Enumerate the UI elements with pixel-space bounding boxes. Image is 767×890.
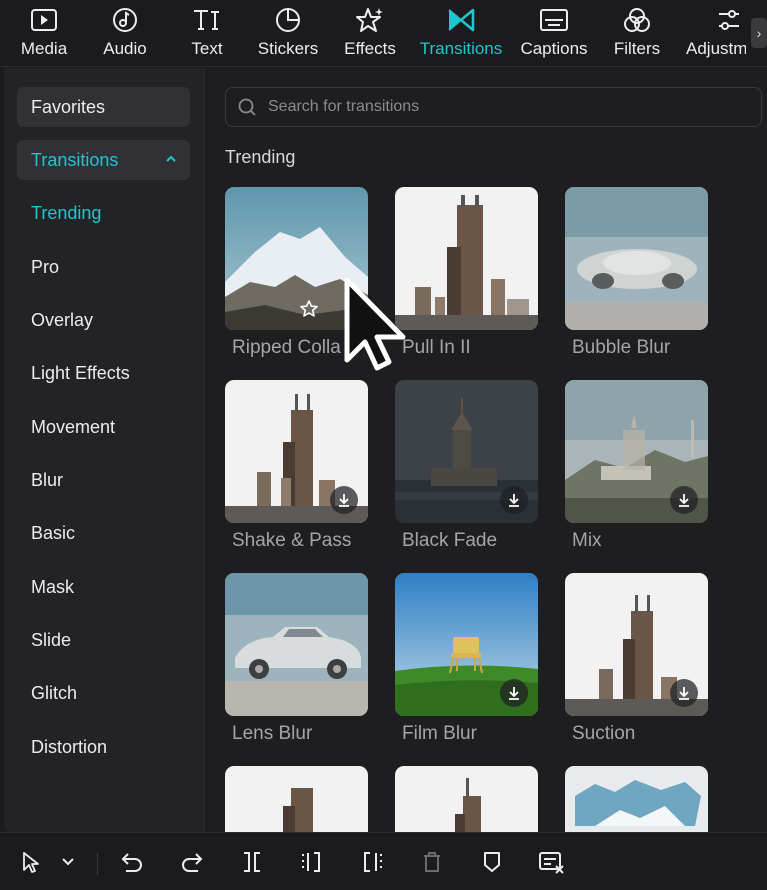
media-icon xyxy=(29,6,59,34)
chevron-up-icon xyxy=(166,152,176,166)
tab-effects[interactable]: Effects xyxy=(330,6,410,62)
thumbnail-blur-car xyxy=(565,187,708,330)
top-toolbar: Media Audio Text Stickers Effects Transi… xyxy=(0,0,767,67)
tab-captions[interactable]: Captions xyxy=(514,6,594,62)
transition-label: Black Fade xyxy=(402,530,498,551)
captions-icon xyxy=(539,6,569,34)
transition-label: Lens Blur xyxy=(232,723,313,744)
tab-label: Effects xyxy=(344,39,396,58)
tab-adjustment[interactable]: Adjustm xyxy=(676,6,746,62)
marker-icon[interactable] xyxy=(477,847,507,877)
sidebar-item-movement[interactable]: Movement xyxy=(31,417,115,438)
transition-label: Suction xyxy=(572,723,636,744)
tab-stickers[interactable]: Stickers xyxy=(248,6,328,62)
thumbnail-ripped xyxy=(565,766,708,832)
sidebar-item-light-effects[interactable]: Light Effects xyxy=(31,363,130,384)
thumbnail-lighthouse xyxy=(395,380,538,523)
transitions-group-toggle[interactable]: Transitions xyxy=(17,140,190,180)
download-icon[interactable] xyxy=(670,679,698,707)
undo-icon[interactable] xyxy=(117,847,147,877)
thumbnail-car xyxy=(225,573,368,716)
adjustment-icon xyxy=(714,6,744,34)
thumbnail-tower xyxy=(395,187,538,330)
delete-icon[interactable] xyxy=(417,847,447,877)
sidebar-item-glitch[interactable]: Glitch xyxy=(31,683,77,704)
sidebar-item-trending[interactable]: Trending xyxy=(31,203,101,224)
thumbnail-tower xyxy=(565,573,708,716)
split-icon[interactable] xyxy=(237,847,267,877)
stickers-icon xyxy=(273,6,303,34)
thumbnail-tower xyxy=(395,766,538,832)
mouse-cursor-icon xyxy=(343,276,415,379)
tab-media[interactable]: Media xyxy=(4,6,84,62)
transition-label: Mix xyxy=(572,530,602,551)
redo-icon[interactable] xyxy=(177,847,207,877)
transition-label: Ripped Colla xyxy=(232,337,341,358)
sidebar-item-overlay[interactable]: Overlay xyxy=(31,310,93,331)
sidebar-item-mask[interactable]: Mask xyxy=(31,577,74,598)
chevron-right-icon: › xyxy=(756,25,762,41)
transitions-panel: Trending Ripped Colla xyxy=(205,68,767,832)
tab-label: Transitions xyxy=(419,39,503,58)
tab-audio[interactable]: Audio xyxy=(85,6,165,62)
section-title: Trending xyxy=(225,147,296,167)
transition-label: Shake & Pass xyxy=(232,530,352,551)
sidebar-item-slide[interactable]: Slide xyxy=(31,630,71,651)
download-icon[interactable] xyxy=(500,679,528,707)
tab-label: Filters xyxy=(613,39,661,58)
bottom-toolbar xyxy=(0,832,767,890)
favorites-label: Favorites xyxy=(31,96,106,117)
caption-edit-icon[interactable] xyxy=(537,847,567,877)
sidebar-item-distortion[interactable]: Distortion xyxy=(31,737,107,758)
sidebar-item-pro[interactable]: Pro xyxy=(31,257,59,278)
tab-label: Stickers xyxy=(257,39,319,58)
thumbnail-tower xyxy=(225,380,368,523)
thumbnail-hollywood xyxy=(565,380,708,523)
tab-label: Adjustm xyxy=(686,39,746,58)
sidebar-item-basic[interactable]: Basic xyxy=(31,523,75,544)
transition-label: Film Blur xyxy=(402,723,477,744)
dropdown-chevron-icon[interactable] xyxy=(54,847,82,877)
favorite-star-icon[interactable] xyxy=(297,297,321,321)
audio-icon xyxy=(110,6,140,34)
tab-label: Captions xyxy=(520,39,588,58)
favorites-button[interactable]: Favorites xyxy=(17,87,190,127)
tab-label: Text xyxy=(191,39,223,58)
tab-text[interactable]: Text xyxy=(167,6,247,62)
toolbar-separator xyxy=(97,853,98,875)
download-icon[interactable] xyxy=(500,486,528,514)
split-right-icon[interactable] xyxy=(357,847,387,877)
toolbar-more-button[interactable]: › xyxy=(751,18,767,48)
search-icon xyxy=(236,96,258,118)
tab-transitions[interactable]: Transitions xyxy=(419,6,503,62)
select-pointer-icon[interactable] xyxy=(16,847,46,877)
search-input[interactable] xyxy=(266,97,750,117)
thumbnail-tower xyxy=(225,766,368,832)
download-icon[interactable] xyxy=(330,486,358,514)
thumbnail-chair xyxy=(395,573,538,716)
transitions-icon xyxy=(446,6,476,34)
tab-label: Audio xyxy=(103,39,147,58)
sidebar-item-blur[interactable]: Blur xyxy=(31,470,63,491)
effects-icon xyxy=(355,6,385,34)
search-box[interactable] xyxy=(225,87,762,127)
split-left-icon[interactable] xyxy=(297,847,327,877)
transition-label: Bubble Blur xyxy=(572,337,671,358)
group-label: Transitions xyxy=(31,149,119,170)
tab-filters[interactable]: Filters xyxy=(597,6,677,62)
tab-label: Media xyxy=(20,39,68,58)
download-icon[interactable] xyxy=(670,486,698,514)
text-icon xyxy=(192,6,222,34)
category-sidebar: Favorites Transitions Trending Pro Overl… xyxy=(4,68,204,832)
filters-icon xyxy=(622,6,652,34)
